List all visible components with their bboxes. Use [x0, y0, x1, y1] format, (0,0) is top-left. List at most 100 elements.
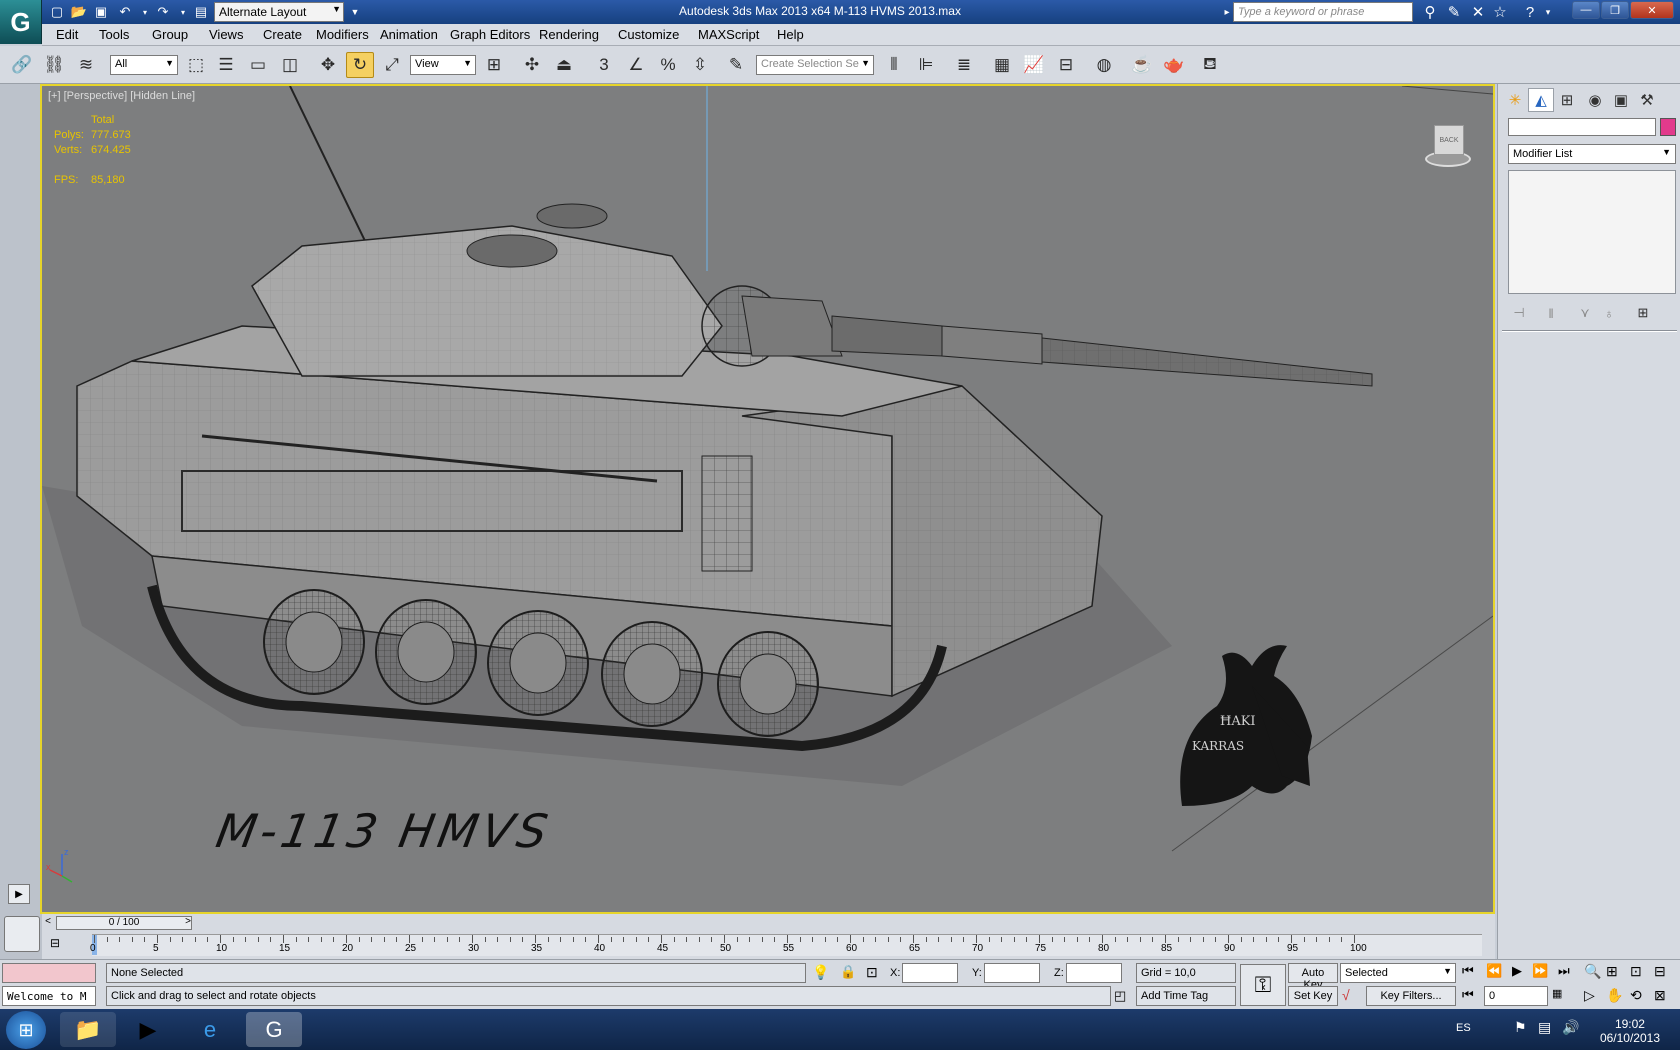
volume-icon[interactable]: 🔊: [1562, 1019, 1579, 1036]
previous-frame-icon[interactable]: ⏪: [1486, 963, 1502, 979]
rectangular-selection-icon[interactable]: ▭: [244, 52, 272, 78]
next-frame-icon[interactable]: ⏩: [1532, 963, 1548, 979]
mirror-icon[interactable]: ⫴: [880, 52, 908, 78]
motion-tab-icon[interactable]: ◉: [1582, 88, 1608, 112]
render-setup-icon[interactable]: ☕: [1128, 52, 1156, 78]
menu-maxscript[interactable]: MAXScript: [698, 27, 759, 42]
binoculars-icon[interactable]: ⚲: [1420, 3, 1440, 21]
modify-tab-icon[interactable]: ◭: [1528, 88, 1554, 112]
menu-rendering[interactable]: Rendering: [539, 27, 599, 42]
configure-modifier-sets-icon[interactable]: ⊞: [1632, 304, 1654, 322]
object-name-field[interactable]: [1508, 118, 1656, 136]
select-by-name-icon[interactable]: ☰: [212, 52, 240, 78]
curve-editor-icon[interactable]: 📈: [1020, 52, 1048, 78]
rendered-frame-window-icon[interactable]: 🫖: [1160, 52, 1188, 78]
start-button[interactable]: ⊞: [6, 1011, 46, 1049]
viewcube-face[interactable]: BACK: [1434, 125, 1464, 155]
snaps-toggle-icon[interactable]: 3: [590, 52, 618, 78]
add-time-tag-button[interactable]: Add Time Tag: [1136, 986, 1236, 1006]
prev-frame-arrow-icon[interactable]: <: [42, 916, 54, 930]
zoom-all-icon[interactable]: ⊞: [1606, 963, 1618, 980]
utilities-tab-icon[interactable]: ⚒: [1634, 88, 1660, 112]
help-dropdown-icon[interactable]: ▾: [1538, 3, 1558, 21]
select-and-scale-icon[interactable]: ⤢: [378, 52, 406, 78]
unlink-icon[interactable]: ⛓: [40, 52, 68, 78]
undo-icon[interactable]: ↶: [116, 3, 134, 21]
action-center-flag-icon[interactable]: ⚑: [1514, 1019, 1527, 1036]
field-of-view-icon[interactable]: ▷: [1584, 987, 1595, 1004]
viewport-label[interactable]: [+] [Perspective] [Hidden Line]: [48, 90, 195, 102]
play-icon[interactable]: ▶: [1512, 963, 1522, 979]
open-mini-curve-editor-icon[interactable]: ⊟: [50, 936, 72, 954]
undo-dropdown-icon[interactable]: ▾: [136, 3, 154, 21]
input-language[interactable]: ES: [1456, 1022, 1471, 1034]
keyboard-shortcut-override-icon[interactable]: ⏏: [550, 52, 578, 78]
time-slider[interactable]: 0 / 100: [56, 916, 192, 930]
set-key-key-icon[interactable]: ⚿: [1240, 964, 1286, 1006]
current-frame-field[interactable]: 0: [1484, 986, 1548, 1006]
percent-snap-icon[interactable]: %: [654, 52, 682, 78]
window-crossing-icon[interactable]: ◫: [276, 52, 304, 78]
y-coordinate-field[interactable]: [984, 963, 1040, 983]
3dsmax-taskbar-icon[interactable]: G: [246, 1012, 302, 1047]
named-selection-dropdown[interactable]: Create Selection Se ▼: [756, 55, 874, 75]
menu-modifiers[interactable]: Modifiers: [316, 27, 369, 42]
select-object-icon[interactable]: ⬚: [182, 52, 210, 78]
perspective-viewport[interactable]: [+] [Perspective] [Hidden Line] Total Po…: [40, 84, 1495, 914]
search-input[interactable]: Type a keyword or phrase: [1233, 2, 1413, 22]
pivot-center-icon[interactable]: ⊞: [480, 52, 508, 78]
communication-center-icon[interactable]: ✎: [1444, 3, 1464, 21]
viewcube[interactable]: BACK: [1412, 121, 1478, 177]
maxscript-listener-pink[interactable]: [2, 963, 96, 983]
key-mode-dropdown[interactable]: Selected ▼: [1340, 963, 1456, 983]
menu-customize[interactable]: Customize: [618, 27, 679, 42]
redo-dropdown-icon[interactable]: ▾: [174, 3, 192, 21]
menu-tools[interactable]: Tools: [99, 27, 129, 42]
maximize-viewport-icon[interactable]: ⊠: [1654, 987, 1666, 1004]
go-to-end-icon[interactable]: ⏭: [1558, 963, 1570, 979]
go-to-start-icon[interactable]: ⏮: [1462, 963, 1474, 979]
quick-access-menu-icon[interactable]: ▼: [346, 3, 364, 21]
new-file-icon[interactable]: ▢: [48, 3, 66, 21]
select-and-rotate-icon[interactable]: ↻: [346, 52, 374, 78]
time-configuration-icon[interactable]: ▦: [1552, 987, 1562, 1000]
explorer-taskbar-icon[interactable]: 📁: [60, 1012, 116, 1047]
zoom-extents-icon[interactable]: ⊡: [1630, 963, 1642, 980]
expand-arrow-icon[interactable]: ▶: [8, 884, 30, 904]
orbit-icon[interactable]: ⟲: [1630, 987, 1642, 1004]
favorites-star-icon[interactable]: ☆: [1490, 3, 1510, 21]
make-unique-icon[interactable]: ⋎: [1574, 304, 1596, 322]
open-file-icon[interactable]: 📂: [70, 3, 88, 21]
menu-edit[interactable]: Edit: [56, 27, 78, 42]
default-in-out-tangents-icon[interactable]: √: [1342, 987, 1350, 1003]
key-filters-button[interactable]: Key Filters...: [1366, 986, 1456, 1006]
help-icon[interactable]: ?: [1520, 3, 1540, 21]
material-editor-icon[interactable]: ◍: [1090, 52, 1118, 78]
hierarchy-tab-icon[interactable]: ⊞: [1554, 88, 1580, 112]
close-button[interactable]: ✕: [1630, 1, 1674, 19]
spinner-snap-icon[interactable]: ⇳: [686, 52, 714, 78]
absolute-mode-icon[interactable]: ⊡: [866, 964, 884, 981]
project-folder-icon[interactable]: ▤: [192, 3, 210, 21]
redo-icon[interactable]: ↷: [154, 3, 172, 21]
internet-explorer-taskbar-icon[interactable]: e: [182, 1012, 238, 1047]
bind-space-warp-icon[interactable]: ≋: [72, 52, 100, 78]
modifier-list-dropdown[interactable]: Modifier List ▼: [1508, 144, 1676, 164]
schematic-view-icon[interactable]: ⊟: [1052, 52, 1080, 78]
z-coordinate-field[interactable]: [1066, 963, 1122, 983]
menu-create[interactable]: Create: [263, 27, 302, 42]
mini-curve-editor-button[interactable]: [4, 916, 40, 952]
select-and-link-icon[interactable]: 🔗: [8, 52, 36, 78]
menu-views[interactable]: Views: [209, 27, 243, 42]
set-key-button[interactable]: Set Key: [1288, 986, 1338, 1006]
next-frame-arrow-icon[interactable]: >: [182, 916, 194, 930]
layer-manager-icon[interactable]: ≣: [950, 52, 978, 78]
create-tab-icon[interactable]: ✳: [1502, 88, 1528, 112]
auto-key-button[interactable]: Auto Key: [1288, 963, 1338, 991]
edit-named-selection-icon[interactable]: ✎: [722, 52, 750, 78]
tools-icon[interactable]: ✕: [1468, 3, 1488, 21]
time-tag-icon[interactable]: ◰: [1114, 988, 1126, 1004]
zoom-extents-all-icon[interactable]: ⊟: [1654, 963, 1666, 980]
render-production-icon[interactable]: ⛾: [1196, 52, 1224, 78]
workspace-dropdown[interactable]: Alternate Layout ▼: [214, 2, 344, 22]
